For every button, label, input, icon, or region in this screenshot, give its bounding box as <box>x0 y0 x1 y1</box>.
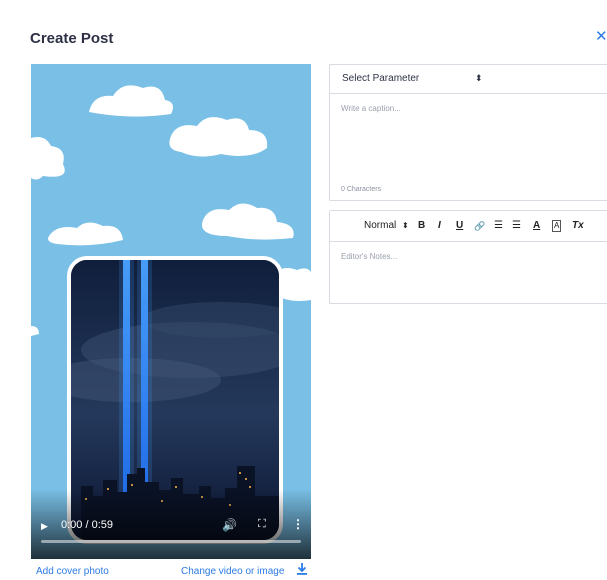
highlight-icon[interactable]: A <box>552 220 562 232</box>
video-time: 0:00 / 0:59 <box>61 519 113 531</box>
video-progress-bar[interactable] <box>41 540 301 543</box>
fullscreen-icon[interactable]: ⛶ <box>258 518 266 531</box>
character-count: 0 Characters <box>341 186 382 193</box>
link-icon[interactable]: 🔗 <box>474 221 485 231</box>
format-select[interactable]: Normal <box>364 221 396 231</box>
clear-format-icon[interactable]: Tx <box>572 221 584 231</box>
page-title: Create Post <box>30 30 114 47</box>
change-video-link[interactable]: Change video or image <box>181 566 284 577</box>
ordered-list-icon[interactable]: ☰ <box>494 221 503 231</box>
add-cover-photo-link[interactable]: Add cover photo <box>36 566 109 577</box>
download-icon[interactable] <box>296 562 308 576</box>
caption-input[interactable]: Write a caption... <box>341 104 401 113</box>
caption-panel: Select Parameter ⬍ Write a caption... 0 … <box>329 64 607 201</box>
parameter-select-value: Select Parameter <box>342 73 420 84</box>
video-preview[interactable]: ▶ 0:00 / 0:59 🔊 ⛶ ⋮ <box>31 64 311 559</box>
editor-notes-input[interactable]: Editor's Notes... <box>341 252 397 261</box>
italic-button[interactable]: I <box>438 221 441 231</box>
bullet-list-icon[interactable]: ☰ <box>512 221 521 231</box>
parameter-select[interactable]: Select Parameter ⬍ <box>330 65 607 94</box>
volume-icon[interactable]: 🔊 <box>222 518 237 532</box>
play-icon[interactable]: ▶ <box>41 521 48 532</box>
video-controls: ▶ 0:00 / 0:59 🔊 ⛶ ⋮ <box>31 489 311 559</box>
select-arrow-icon: ⬍ <box>475 73 483 83</box>
menu-dots-icon[interactable]: ⋮ <box>292 517 304 531</box>
underline-button[interactable]: U <box>456 221 463 231</box>
editor-notes-panel: Normal ⬍ B I U 🔗 ☰ ☰ A A Tx Editor's Not… <box>329 210 607 304</box>
close-icon[interactable]: ✕ <box>595 29 607 45</box>
font-color-icon[interactable]: A <box>533 221 540 231</box>
editor-toolbar: Normal ⬍ B I U 🔗 ☰ ☰ A A Tx <box>330 211 607 242</box>
bold-button[interactable]: B <box>418 221 425 231</box>
format-select-arrow-icon[interactable]: ⬍ <box>402 221 409 231</box>
